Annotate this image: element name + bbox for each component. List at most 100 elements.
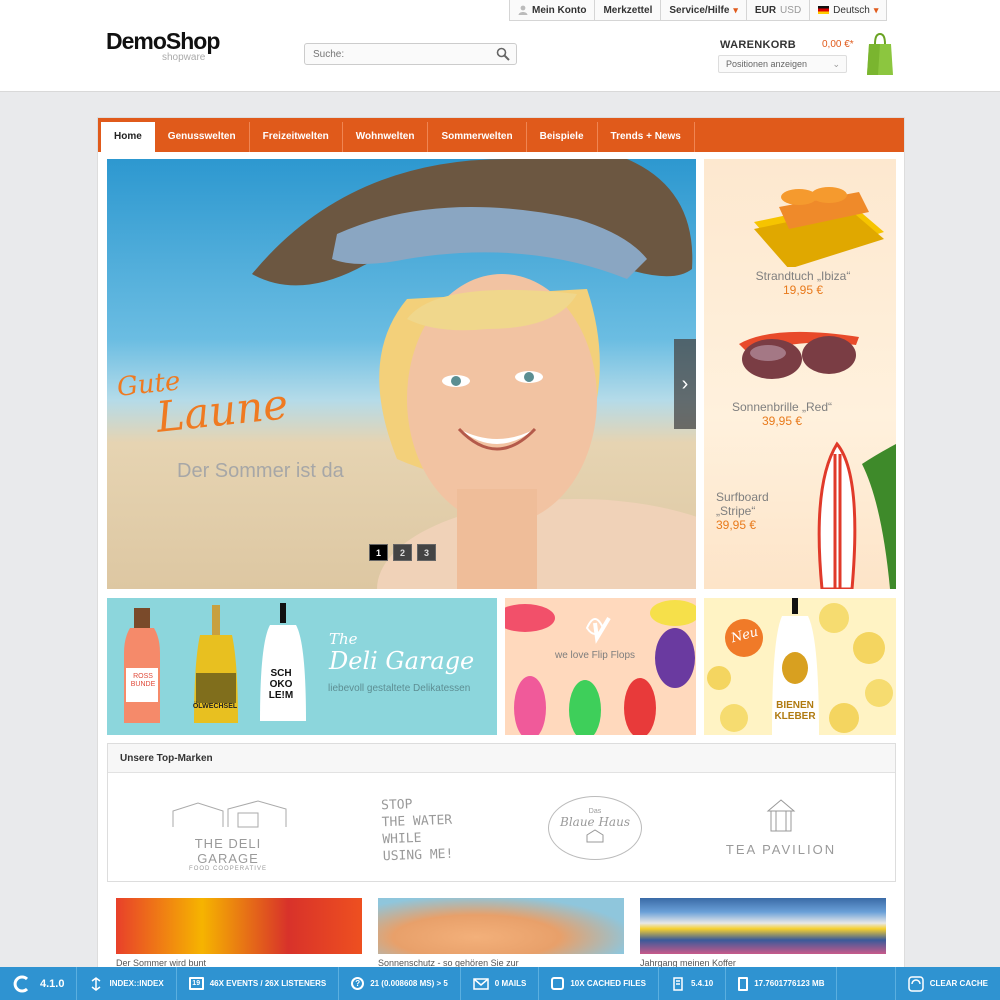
currency-switch: EUR USD	[747, 0, 811, 20]
teaser-image-2[interactable]	[378, 898, 624, 954]
deli-garage-logo-icon	[172, 800, 287, 828]
hero-subtitle: Der Sommer ist da	[177, 460, 344, 482]
brand-tea-pavilion[interactable]: TEA PAVILION	[711, 799, 851, 857]
cart-positions-select[interactable]: Positionen anzeigen ⌄	[718, 55, 847, 73]
cache-label: 10X CACHED FILES	[570, 979, 646, 988]
php-label: 5.4.10	[690, 979, 714, 988]
banner-deli-garage[interactable]: ROSS BUNDE ÖLWECHSEL SCH OKO LE!M The De…	[107, 598, 497, 735]
top-brands-title: Unsere Top-Marken	[108, 744, 895, 773]
teaser-image-3[interactable]	[640, 898, 886, 954]
nav-freizeitwelten[interactable]: Freizeitwelten	[250, 122, 343, 152]
sunglasses-image[interactable]	[734, 319, 864, 389]
brand-blaue-haus[interactable]: Das Blaue Haus	[548, 796, 642, 860]
debug-mails[interactable]: 0 MAILS	[461, 967, 540, 1000]
surfboard-image[interactable]	[802, 424, 896, 589]
service-label: Service/Hilfe	[669, 4, 730, 16]
language-menu[interactable]: Deutsch ▾	[810, 0, 886, 20]
main-navigation: Home Genusswelten Freizeitwelten Wohnwel…	[98, 118, 904, 152]
brand-stop-the-water[interactable]: STOP THE WATER WHILE USING ME!	[381, 795, 454, 865]
brand-prefix: Das	[588, 808, 602, 815]
shopware-logo-icon	[13, 975, 29, 992]
wishlist-link[interactable]: Merkzettel	[595, 0, 662, 20]
blog-teasers: Der Sommer wird bunt Sonnenschutz - so g…	[107, 898, 896, 968]
mail-icon	[473, 977, 489, 990]
logo-subtitle: shopware	[162, 52, 206, 63]
hero-slider[interactable]: Gute Laune Der Sommer ist da › 1 2 3	[107, 159, 696, 589]
events-label: 46X EVENTS / 26X LISTENERS	[209, 979, 327, 988]
banner-flip-flops[interactable]: we love Flip Flops	[505, 598, 696, 735]
php-icon	[673, 976, 683, 991]
debug-events[interactable]: 19 46X EVENTS / 26X LISTENERS	[177, 967, 340, 1000]
top-brands: Unsere Top-Marken THE DELI GARAGE FOOD C…	[107, 743, 896, 882]
flip-flops-image	[505, 600, 696, 735]
nav-wohnwelten[interactable]: Wohnwelten	[343, 122, 429, 152]
slider-next-arrow[interactable]: ›	[674, 339, 696, 429]
product-name-line2: „Stripe“	[716, 504, 756, 518]
cart-title[interactable]: WARENKORB	[720, 39, 796, 51]
search-input[interactable]	[305, 44, 485, 65]
nav-sommerwelten[interactable]: Sommerwelten	[428, 122, 527, 152]
refresh-icon	[908, 975, 924, 992]
shopping-bag-icon[interactable]	[866, 32, 894, 76]
bottle-label-oelwechsel: ÖLWECHSEL	[192, 703, 238, 710]
nav-genusswelten[interactable]: Genusswelten	[155, 122, 250, 152]
slider-page-1[interactable]: 1	[369, 544, 388, 561]
slider-page-3[interactable]: 3	[417, 544, 436, 561]
nav-beispiele[interactable]: Beispiele	[527, 122, 598, 152]
label-line1: BIENEN	[776, 700, 814, 711]
cache-icon	[551, 977, 565, 990]
bottle-label-schokoleim: SCH OKO LE!M	[262, 668, 300, 701]
brand-deli-garage[interactable]: THE DELI GARAGE FOOD COOPERATIVE	[168, 799, 288, 872]
chevron-down-icon: ▾	[733, 4, 738, 15]
product-surfboard[interactable]: Surfboard „Stripe“ 39,95 €	[716, 490, 776, 532]
service-menu[interactable]: Service/Hilfe ▾	[661, 0, 747, 20]
featured-products-panel: Strandtuch „Ibiza“ 19,95 € Sonnenbrille …	[704, 159, 896, 589]
brand-name: TEA PAVILION	[725, 842, 837, 857]
nav-trends-news[interactable]: Trends + News	[598, 122, 695, 152]
version-label: 4.1.0	[40, 977, 65, 990]
product-name: Strandtuch „Ibiza“	[755, 269, 851, 283]
account-link[interactable]: Mein Konto	[510, 0, 596, 20]
debug-memory[interactable]: 17.7601776123 MB	[726, 967, 838, 1000]
route-label: INDEX::INDEX	[109, 979, 164, 988]
banner-bienenkleber[interactable]: Neu BIENEN KLEBER	[704, 598, 896, 735]
promo-banners: ROSS BUNDE ÖLWECHSEL SCH OKO LE!M The De…	[107, 598, 896, 735]
slider-page-2[interactable]: 2	[393, 544, 412, 561]
currency-eur[interactable]: EUR	[755, 1, 776, 20]
brand-subname: FOOD COOPERATIVE	[189, 866, 267, 872]
flip-flops-text: we love Flip Flops	[555, 650, 636, 661]
bottle-label-line3: LE!M	[268, 690, 294, 701]
clear-cache-button[interactable]: CLEAR CACHE	[894, 967, 1000, 1000]
label-line2: KLEBER	[774, 711, 816, 722]
content-area: Home Genusswelten Freizeitwelten Wohnwel…	[97, 117, 905, 970]
user-icon	[518, 5, 528, 15]
bottle-label-line1: SCH	[270, 668, 292, 679]
nav-home[interactable]: Home	[101, 122, 155, 152]
teaser-image-1[interactable]	[116, 898, 362, 954]
bottle-label-line2: BUNDE	[130, 681, 156, 688]
wishlist-label: Merkzettel	[603, 4, 653, 16]
debug-cache[interactable]: 10X CACHED FILES	[539, 967, 659, 1000]
mails-label: 0 MAILS	[494, 979, 527, 988]
brand-line2: THE WATER	[381, 812, 453, 831]
product-beach-towel[interactable]: Strandtuch „Ibiza“ 19,95 €	[728, 269, 878, 297]
header: Mein Konto Merkzettel Service/Hilfe ▾ EUR…	[0, 0, 1000, 92]
debug-route[interactable]: INDEX::INDEX	[77, 967, 177, 1000]
calendar-icon: 19	[188, 977, 204, 990]
product-price: 39,95 €	[716, 518, 757, 532]
slider-pagination: 1 2 3	[369, 544, 436, 561]
german-flag-icon	[818, 6, 830, 14]
debug-queries[interactable]: ? 21 (0.008608 MS) > 5	[339, 967, 461, 1000]
beach-towel-image[interactable]	[749, 177, 889, 267]
debug-php[interactable]: 5.4.10	[659, 967, 727, 1000]
debug-version[interactable]: 4.1.0	[0, 967, 78, 1000]
currency-usd[interactable]: USD	[780, 1, 801, 20]
deli-banner-name: Deli Garage	[329, 647, 475, 675]
product-name-line1: Surfboard	[716, 490, 769, 504]
route-icon	[92, 976, 101, 991]
shop-logo[interactable]: DemoShop	[106, 28, 220, 55]
product-price: 19,95 €	[782, 283, 824, 297]
queries-label: 21 (0.008608 MS) > 5	[370, 979, 448, 988]
chevron-down-icon: ⌄	[832, 59, 840, 69]
search-icon[interactable]	[496, 47, 510, 61]
